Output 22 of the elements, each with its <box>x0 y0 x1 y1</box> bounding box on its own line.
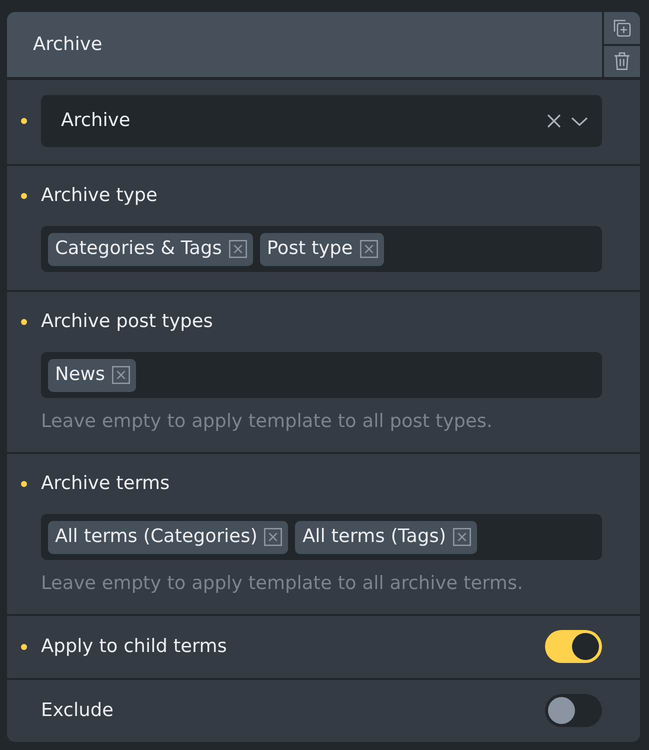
tag-label: Post type <box>266 238 353 260</box>
tag-label: All terms (Tags) <box>302 526 446 548</box>
toggle-switch[interactable] <box>545 630 602 663</box>
chevron-down-icon[interactable] <box>571 116 588 126</box>
help-text: Leave empty to apply template to all post types. <box>41 410 492 434</box>
trash-icon <box>613 52 631 70</box>
help-text: Leave empty to apply template to all archive terms. <box>41 572 523 596</box>
setting-label: Archive terms <box>41 472 170 496</box>
tags-field[interactable]: News <box>41 352 602 398</box>
setting-label: Archive type <box>41 184 158 208</box>
select-value: Archive <box>61 109 130 133</box>
toggle-switch[interactable] <box>545 694 602 727</box>
setting-label: Apply to child terms <box>41 634 227 658</box>
close-icon[interactable] <box>547 114 561 128</box>
tag-label: All terms (Categories) <box>55 526 258 548</box>
setting-label: Exclude <box>41 698 114 722</box>
tag-label: News <box>55 364 105 386</box>
copy-plus-icon <box>613 18 631 37</box>
tag-label: Categories & Tags <box>55 238 222 260</box>
setting-label: Archive post types <box>41 310 213 334</box>
select-field[interactable]: Archive <box>41 95 602 147</box>
panel-title: Archive <box>33 32 102 56</box>
